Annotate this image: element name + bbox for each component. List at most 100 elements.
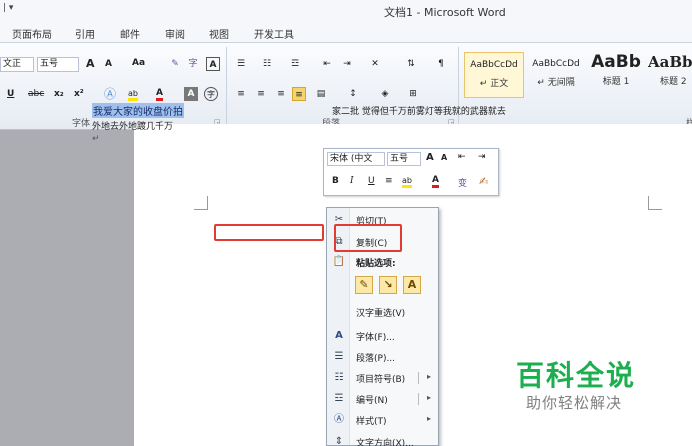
shading-icon[interactable]: ◈ [378, 87, 392, 101]
font-color-button[interactable]: A [156, 88, 163, 101]
ribbon-tabs: 页面布局 引用 邮件 审阅 视图 开发工具 [0, 22, 692, 42]
styles-icon: Ⓐ [334, 414, 344, 425]
style-heading-2[interactable]: AaBb 标题 2 [648, 52, 692, 98]
clipboard-icon: 📋 [332, 256, 346, 267]
menu-item-label: 编号(N) [356, 396, 388, 406]
paste-merge-formatting-icon[interactable]: ↘ [379, 276, 397, 294]
align-left-icon[interactable]: ≡ [234, 87, 248, 101]
style-name: 标题 1 [602, 77, 630, 87]
paragraph-mark: ↵ [92, 134, 100, 144]
highlight-button[interactable]: ab [128, 89, 138, 101]
style-name: 标题 2 [660, 77, 687, 87]
menu-item-styles[interactable]: Ⓐ 样式(T) ▸ [327, 410, 440, 430]
submenu-arrow-icon: ▸ [427, 414, 432, 423]
menu-item-label: 样式(T) [356, 417, 387, 427]
phonetic-guide-icon[interactable]: ✎ [168, 57, 182, 71]
paste-text-only-button[interactable]: A [403, 276, 421, 294]
menu-item-font[interactable]: A 字体(F)... [327, 326, 440, 346]
submenu-divider [418, 372, 419, 384]
group-divider [226, 47, 227, 127]
selected-text[interactable]: 我爱大家的收盘价拍 [92, 103, 184, 118]
font-size-select[interactable]: 五号 [37, 57, 79, 72]
menu-item-hanzi-reselect[interactable]: 汉字重选(V) [327, 302, 440, 322]
enclose-char-icon[interactable]: 字 [186, 57, 200, 71]
shrink-font-button[interactable]: A [105, 59, 112, 69]
change-case-button[interactable]: Aa [132, 58, 145, 68]
submenu-arrow-icon: ▸ [427, 393, 432, 402]
tab-page-layout[interactable]: 页面布局 [12, 26, 52, 41]
style-preview: AaBbCcDd [532, 59, 580, 69]
menu-item-numbering[interactable]: ☲ 编号(N) ▸ [327, 389, 440, 409]
align-center-icon[interactable]: ≡ [254, 87, 268, 101]
submenu-arrow-icon: ▸ [427, 372, 432, 381]
body-text[interactable]: 家二批 觉得但千万前雾灯等我就的武器就去 [332, 104, 506, 117]
show-marks-icon[interactable]: ¶ [434, 57, 448, 71]
style-preview: AaBb [648, 53, 692, 71]
bullets-icon[interactable]: ☰ [234, 57, 248, 71]
menu-item-label: 段落(P)... [356, 354, 396, 364]
quick-access-menu[interactable]: | ▾ [3, 3, 13, 13]
strikethrough-button[interactable]: abc [28, 89, 44, 99]
underline-button[interactable]: U [7, 89, 14, 99]
watermark-title: 百科全说 [516, 359, 637, 392]
paste-keep-formatting-icon[interactable]: ✎ [355, 276, 373, 294]
subscript-button[interactable]: x₂ [54, 89, 64, 99]
sort-icon[interactable]: ⇅ [404, 57, 418, 71]
align-right-icon[interactable]: ≡ [274, 87, 288, 101]
menu-item-bullets[interactable]: ☷ 项目符号(B) ▸ [327, 368, 440, 388]
borders-icon[interactable]: ⊞ [406, 87, 420, 101]
mini-grow-font-button[interactable]: A [426, 152, 434, 163]
style-heading-1[interactable]: AaBb 标题 1 [586, 52, 646, 98]
numbering-icon[interactable]: ☷ [260, 57, 274, 71]
font-icon: A [335, 330, 343, 341]
style-preview: AaBbCcDd [470, 60, 518, 70]
mini-size-select[interactable]: 五号 [387, 152, 421, 166]
justify-icon[interactable]: ≡ [292, 87, 306, 101]
style-name: ↵ 正文 [479, 79, 509, 89]
style-preview: AaBb [591, 52, 641, 72]
mini-bold-button[interactable]: B [332, 176, 339, 186]
paragraph-icon: ☰ [334, 351, 344, 362]
mini-toolbar: 宋体 (中文 五号 A A ⇤ ⇥ B I U ≡ ab A 变 ✍ [323, 148, 499, 196]
font-name-select[interactable]: 文正 [0, 57, 34, 72]
mini-highlight-button[interactable]: ab [402, 176, 412, 188]
watermark-subtitle: 助你轻松解决 [526, 394, 623, 412]
distributed-icon[interactable]: ▤ [314, 87, 328, 101]
mini-font-color-button[interactable]: A [432, 175, 439, 188]
annotation-copy-box [334, 224, 402, 252]
tab-view[interactable]: 视图 [209, 26, 229, 41]
style-name: ↵ 无间隔 [537, 78, 575, 88]
style-no-spacing[interactable]: AaBbCcDd ↵ 无间隔 [526, 52, 586, 98]
submenu-divider [418, 393, 419, 405]
line-spacing-icon[interactable]: ↕ [346, 87, 360, 101]
mini-underline-button[interactable]: U [368, 176, 375, 186]
margin-corner-mark [648, 196, 662, 210]
annotation-highlight-box [214, 224, 324, 241]
char-border-icon[interactable]: A [206, 57, 220, 71]
style-normal[interactable]: AaBbCcDd ↵ 正文 [464, 52, 524, 98]
tab-developer[interactable]: 开发工具 [254, 26, 294, 41]
char-shading-button[interactable]: A [184, 87, 198, 101]
tab-references[interactable]: 引用 [75, 26, 95, 41]
mini-increase-indent-icon[interactable]: ⇥ [478, 152, 486, 162]
multilevel-list-icon[interactable]: ☲ [288, 57, 302, 71]
mini-decrease-indent-icon[interactable]: ⇤ [458, 152, 466, 162]
mini-font-select[interactable]: 宋体 (中文 [327, 152, 385, 166]
mini-italic-button[interactable]: I [350, 176, 354, 186]
superscript-button[interactable]: x² [74, 89, 84, 99]
mini-shrink-font-button[interactable]: A [441, 153, 447, 162]
body-text[interactable]: 外地去外地踱几千万 [92, 119, 173, 132]
tab-mailings[interactable]: 邮件 [120, 26, 140, 41]
tab-review[interactable]: 审阅 [165, 26, 185, 41]
enclose-char-button[interactable]: 字 [204, 87, 218, 101]
mini-phonetic-button[interactable]: 变 [458, 176, 467, 189]
chinese-layout-icon[interactable]: ✕ [368, 57, 382, 71]
format-painter-icon[interactable]: ✍ [479, 175, 488, 188]
decrease-indent-icon[interactable]: ⇤ [320, 57, 334, 71]
mini-center-button[interactable]: ≡ [385, 176, 393, 186]
text-effects-icon[interactable]: Ⓐ [103, 87, 117, 101]
menu-item-paragraph[interactable]: ☰ 段落(P)... [327, 347, 440, 367]
increase-indent-icon[interactable]: ⇥ [340, 57, 354, 71]
grow-font-button[interactable]: A [86, 57, 95, 70]
menu-item-text-direction[interactable]: ⇕ 文字方向(X)... [327, 432, 440, 446]
